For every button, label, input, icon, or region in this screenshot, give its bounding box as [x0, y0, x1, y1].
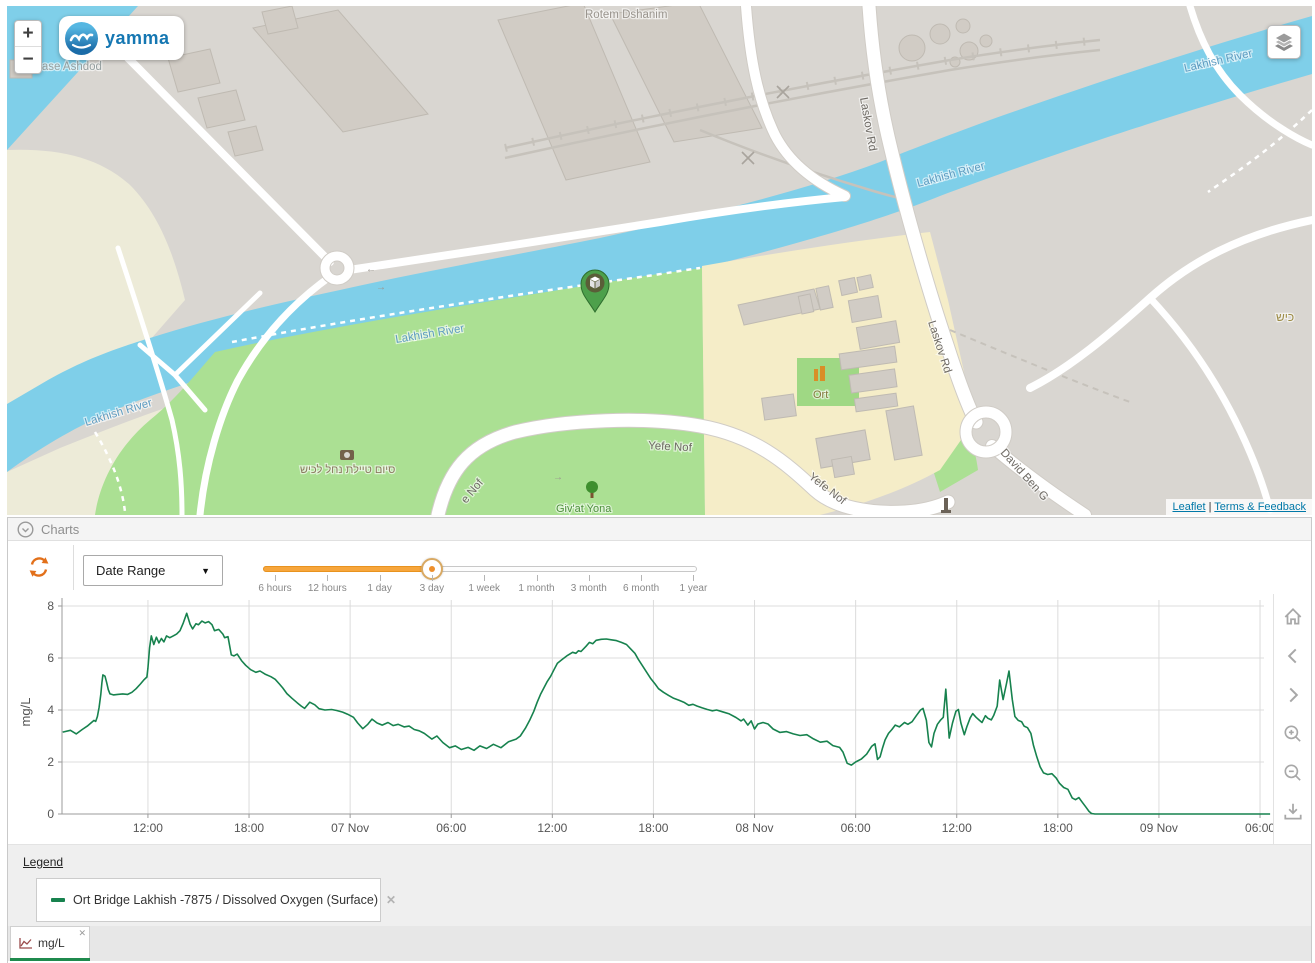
- slider-stop-tick[interactable]: [693, 575, 694, 581]
- slider-stop-label: 3 day: [420, 583, 444, 594]
- x-tick-label: 12:00: [537, 821, 567, 835]
- map-label-rotem: Rotem Dshanim: [585, 9, 667, 21]
- y-axis-label: mg/L: [18, 698, 33, 727]
- svg-text:→: →: [553, 472, 563, 483]
- x-tick-label: 06:00: [1245, 821, 1273, 835]
- charts-panel: Charts Date Range ▼ 6 hours 12 hours 1 day…: [7, 517, 1312, 963]
- chart-tab-row: mg/L ✕: [8, 926, 1311, 963]
- legend-item: Ort Bridge Lakhish -7875 / Dissolved Oxy…: [36, 878, 381, 922]
- slider-stop-tick[interactable]: [327, 575, 328, 581]
- chart-glyph-icon: [18, 937, 33, 950]
- home-icon[interactable]: [1282, 606, 1304, 628]
- chart-zone: 12:00 18:00 07 Nov 06:00 12:00 18:00 08 Nov 06:…: [8, 594, 1311, 844]
- slider-stop-label: 12 hours: [308, 583, 347, 594]
- series-line: [63, 613, 1270, 814]
- camera-icon: [340, 450, 354, 460]
- x-tick-label: 09 Nov: [1140, 821, 1178, 835]
- map-zoom-in-button[interactable]: +: [15, 21, 41, 47]
- map-label-promenade: סיום טיילת נחל לכיש: [300, 463, 395, 476]
- charts-panel-title: Charts: [41, 522, 79, 537]
- x-tick-label: 08 Nov: [736, 821, 774, 835]
- legend-zone: Legend Ort Bridge Lakhish -7875 / Dissol…: [8, 844, 1311, 926]
- chevron-down-icon: ▼: [201, 566, 210, 576]
- x-tick-label: 07 Nov: [331, 821, 369, 835]
- date-range-select[interactable]: Date Range ▼: [83, 555, 223, 586]
- y-tick-label: 8: [47, 599, 54, 613]
- slider-stop-tick[interactable]: [275, 575, 276, 581]
- legend-swatch: [51, 898, 65, 902]
- x-tick-label: 18:00: [1043, 821, 1073, 835]
- x-tick-label: 18:00: [234, 821, 264, 835]
- legend-title: Legend: [23, 855, 63, 869]
- collapse-toggle-icon[interactable]: [17, 521, 34, 538]
- x-tick-label: 18:00: [638, 821, 668, 835]
- y-tick-label: 4: [47, 703, 54, 717]
- map-label-right-he: כיש: [1276, 310, 1294, 324]
- tab-close-icon[interactable]: ✕: [78, 928, 86, 939]
- map[interactable]: ←→→ Rotem Dshanim al Base Ashdod Lakhish…: [7, 6, 1312, 515]
- map-zoom-control: + −: [14, 20, 42, 74]
- tab-mg/L[interactable]: mg/L ✕: [10, 926, 90, 959]
- slider-stop-label: 1 day: [367, 583, 391, 594]
- tab-label: mg/L: [38, 936, 65, 950]
- divider: [73, 545, 74, 590]
- x-tick-label: 12:00: [133, 821, 163, 835]
- chart-controls-row: Date Range ▼ 6 hours 12 hours 1 day 3 day 1 …: [8, 541, 1311, 594]
- slider-stop-label: 6 hours: [258, 583, 291, 594]
- brand-name: yamma: [105, 28, 170, 49]
- svg-text:→: →: [376, 282, 386, 293]
- attribution-separator: |: [1209, 501, 1212, 513]
- slider-fill: [263, 566, 432, 572]
- zoom-out-icon[interactable]: [1282, 762, 1304, 784]
- map-label-yefe: Yefe Nof: [648, 440, 693, 454]
- map-canvas: ←→→ Rotem Dshanim al Base Ashdod Lakhish…: [7, 6, 1312, 515]
- x-tick-label: 06:00: [841, 821, 871, 835]
- x-tick-label: 06:00: [436, 821, 466, 835]
- zoom-in-icon[interactable]: [1282, 723, 1304, 745]
- chart-plot[interactable]: 12:00 18:00 07 Nov 06:00 12:00 18:00 08 Nov 06:…: [8, 594, 1273, 844]
- map-attribution: Leaflet | Terms & Feedback: [1166, 499, 1312, 515]
- y-tick-label: 0: [47, 807, 54, 821]
- leaflet-link[interactable]: Leaflet: [1172, 501, 1205, 513]
- download-icon[interactable]: [1282, 801, 1304, 823]
- slider-stop-label: 1 month: [518, 583, 554, 594]
- chevron-left-icon[interactable]: [1282, 645, 1304, 667]
- slider-stop-tick[interactable]: [537, 575, 538, 581]
- slider-stop-label: 3 month: [571, 583, 607, 594]
- date-range-value: Date Range: [96, 563, 165, 578]
- slider-stop-tick[interactable]: [589, 575, 590, 581]
- svg-text:←: ←: [366, 264, 376, 275]
- slider-stop-tick[interactable]: [484, 575, 485, 581]
- slider-stop-tick[interactable]: [432, 575, 433, 581]
- charts-panel-header: Charts: [8, 518, 1311, 541]
- y-tick-label: 6: [47, 651, 54, 665]
- legend-item-close-icon[interactable]: ✕: [386, 893, 396, 907]
- refresh-icon[interactable]: [28, 556, 50, 578]
- page: ←→→ Rotem Dshanim al Base Ashdod Lakhish…: [0, 0, 1315, 963]
- terms-feedback-link[interactable]: Terms & Feedback: [1214, 501, 1306, 513]
- date-range-slider[interactable]: 6 hours12 hours1 day3 day1 week1 month3 …: [263, 551, 703, 593]
- slider-stop-tick[interactable]: [380, 575, 381, 581]
- map-label-ort: Ort: [813, 389, 828, 401]
- slider-stop-tick[interactable]: [641, 575, 642, 581]
- slider-stop-label: 1 year: [679, 583, 707, 594]
- map-zoom-out-button[interactable]: −: [15, 47, 41, 73]
- chevron-right-icon[interactable]: [1282, 684, 1304, 706]
- legend-items: Ort Bridge Lakhish -7875 / Dissolved Oxy…: [23, 871, 1311, 922]
- map-layers-button[interactable]: [1267, 25, 1301, 59]
- slider-stop-label: 1 week: [468, 583, 500, 594]
- legend-item-label: Ort Bridge Lakhish -7875 / Dissolved Oxy…: [73, 893, 378, 907]
- y-tick-label: 2: [47, 755, 54, 769]
- brand-logo: yamma: [59, 16, 184, 60]
- slider-stop-label: 6 month: [623, 583, 659, 594]
- brand-wave-icon: [65, 22, 98, 55]
- x-tick-label: 12:00: [942, 821, 972, 835]
- map-label-givat: Giv'at Yona: [556, 503, 612, 515]
- chart-toolbar: [1273, 594, 1311, 844]
- layers-icon: [1272, 30, 1296, 54]
